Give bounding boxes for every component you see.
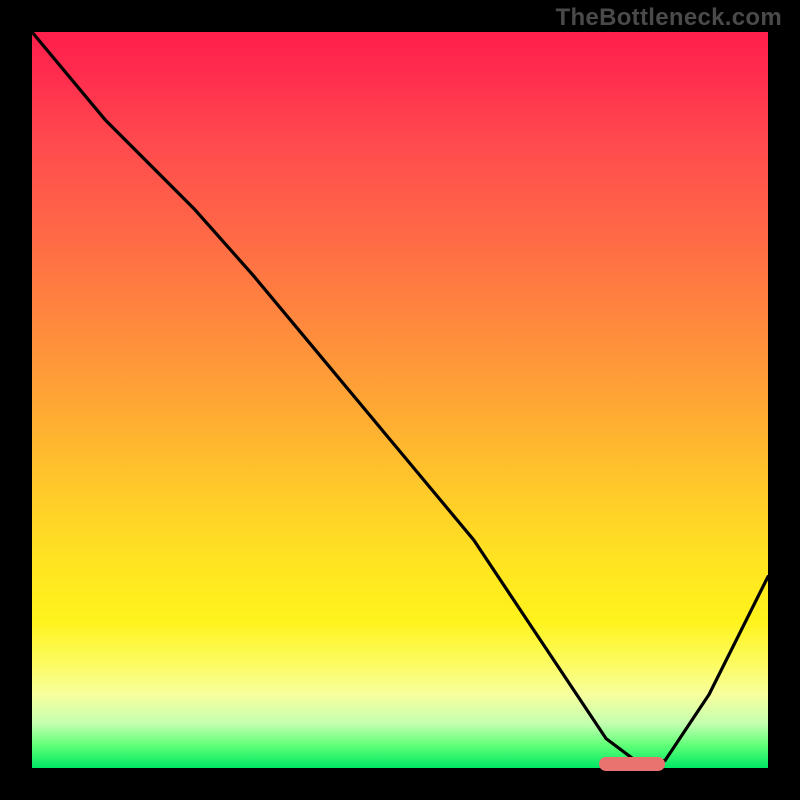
plot-area [32,32,768,768]
bottleneck-curve [32,32,768,768]
watermark-text: TheBottleneck.com [556,4,782,32]
optimal-range-marker [599,757,665,771]
chart-container: TheBottleneck.com [0,0,800,800]
curve-path [32,32,768,761]
